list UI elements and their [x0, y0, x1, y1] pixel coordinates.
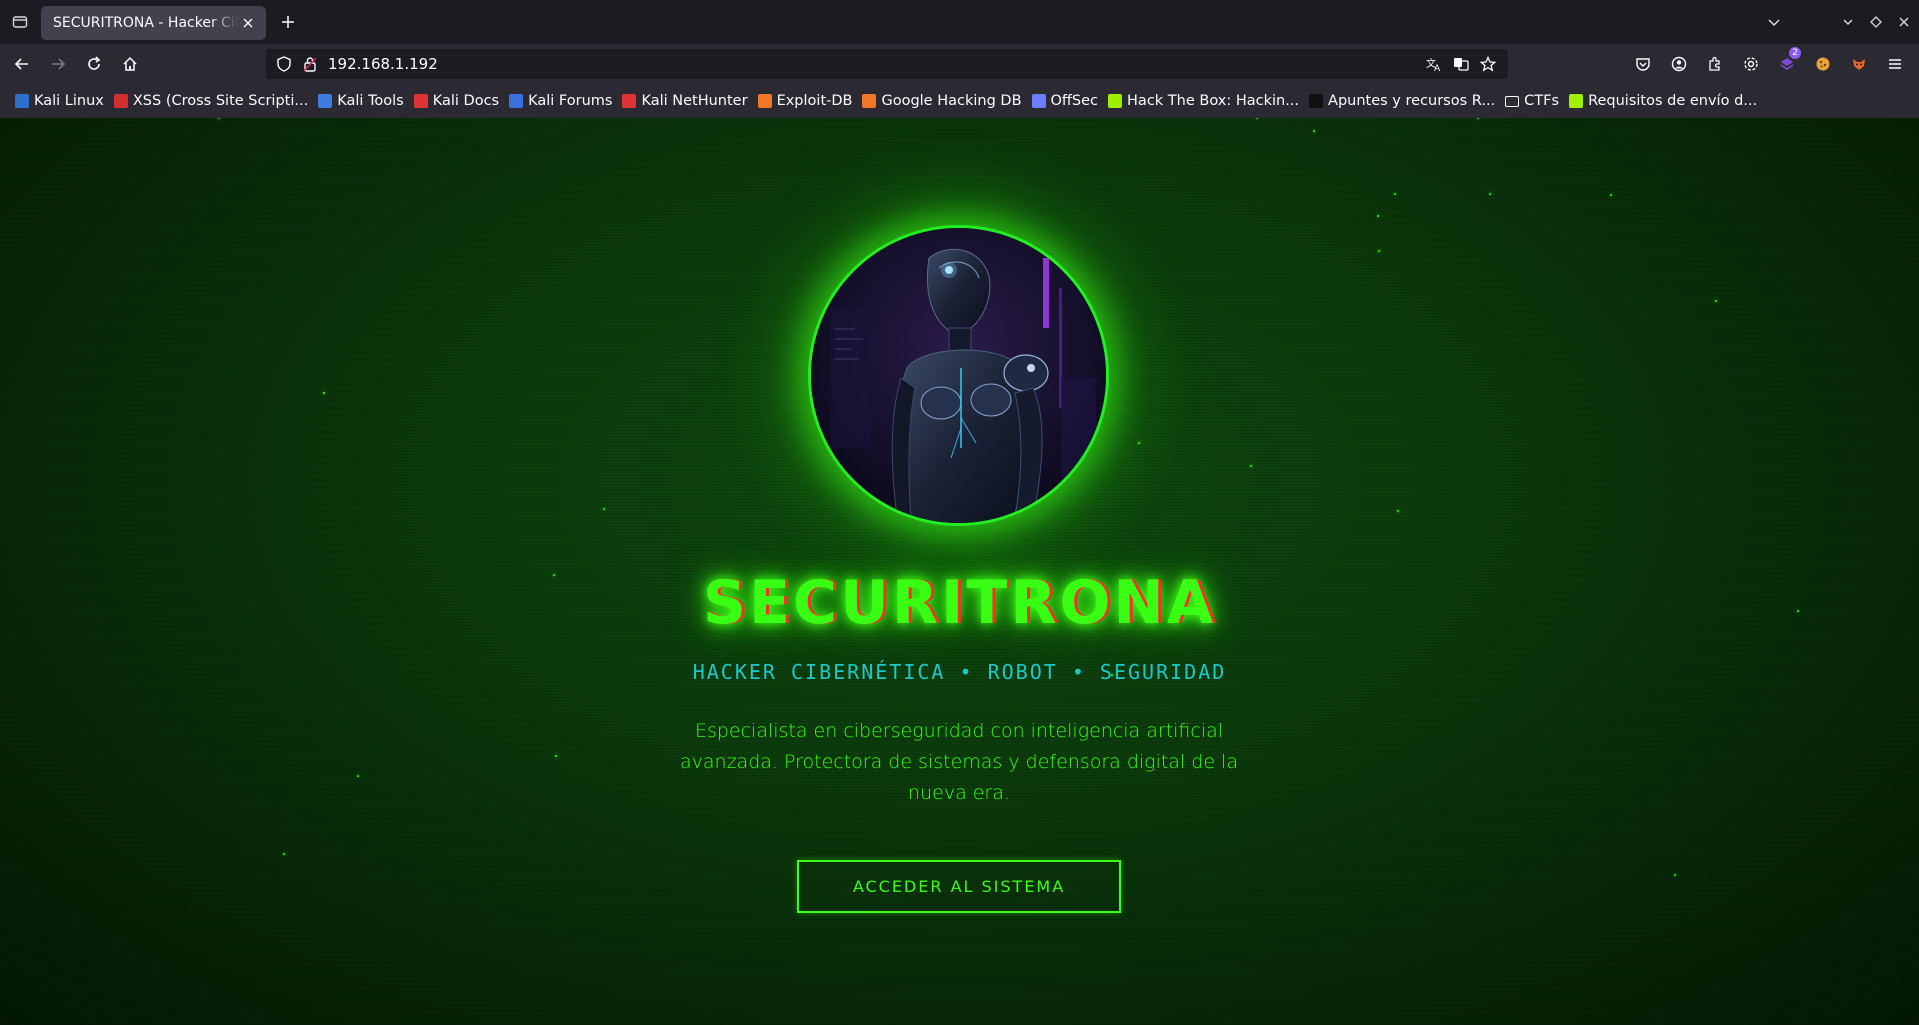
account-icon[interactable]: [1667, 52, 1691, 76]
translate-icon[interactable]: 文A: [1424, 54, 1444, 74]
url-text: 192.168.1.192: [328, 55, 438, 73]
fox-extension-icon[interactable]: [1847, 52, 1871, 76]
particle: [1250, 465, 1252, 467]
bookmark-label: Kali Docs: [432, 93, 500, 109]
pocket-icon[interactable]: [1631, 52, 1655, 76]
reload-icon[interactable]: [82, 52, 106, 76]
particle: [1256, 118, 1258, 119]
bookmark-item[interactable]: Kali Linux: [10, 88, 109, 114]
close-window-icon[interactable]: [1892, 10, 1916, 34]
bookmark-favicon-icon: [1309, 94, 1324, 108]
bookmark-favicon-icon: [413, 94, 428, 108]
bookmark-label: XSS (Cross Site Scripti...: [132, 93, 309, 109]
forward-icon[interactable]: [46, 52, 70, 76]
bookmark-label: Kali Forums: [528, 93, 613, 109]
particle: [1394, 193, 1396, 195]
particle: [1397, 510, 1399, 512]
bookmark-favicon-icon: [862, 94, 877, 108]
particle: [1477, 118, 1479, 119]
particle: [323, 392, 325, 394]
page-content: SECURITRONA HACKER CIBERNÉTICA • ROBOT •…: [0, 118, 1919, 1025]
new-tab-icon[interactable]: [276, 10, 300, 34]
bookmark-item[interactable]: OffSec: [1027, 88, 1104, 114]
bookmark-label: Kali Linux: [34, 93, 104, 109]
bookmark-item[interactable]: Kali Forums: [504, 88, 617, 114]
particle: [218, 118, 220, 119]
bookmark-favicon-icon: [1031, 94, 1046, 108]
list-all-tabs-icon[interactable]: [1762, 10, 1786, 34]
maximize-icon[interactable]: [1864, 10, 1888, 34]
particle: [1674, 874, 1676, 876]
close-tab-icon[interactable]: [238, 13, 258, 33]
bookmark-favicon-icon: [622, 94, 637, 108]
bookmark-star-icon[interactable]: [1478, 54, 1498, 74]
bookmark-label: Requisitos de envío d...: [1588, 93, 1758, 109]
home-icon[interactable]: [118, 52, 142, 76]
particle: [1313, 130, 1315, 132]
bookmark-item[interactable]: CTFs: [1500, 88, 1564, 114]
bookmark-item[interactable]: Requisitos de envío d...: [1564, 88, 1762, 114]
bookmark-item[interactable]: Google Hacking DB: [857, 88, 1026, 114]
bookmark-item[interactable]: Kali Docs: [409, 88, 504, 114]
bookmark-favicon-icon: [1108, 94, 1123, 108]
folder-icon: [1505, 95, 1520, 107]
tab-active[interactable]: SECURITRONA - Hacker Cibernética: [41, 6, 266, 40]
firefox-view-icon[interactable]: [8, 10, 32, 34]
bookmark-label: Apuntes y recursos R...: [1328, 93, 1496, 109]
particle: [1610, 194, 1612, 196]
bookmark-favicon-icon: [757, 94, 772, 108]
extension-purple-icon[interactable]: 2: [1775, 47, 1801, 76]
particle: [555, 755, 557, 757]
avatar: [808, 225, 1109, 526]
hero-title: SECURITRONA: [702, 568, 1217, 638]
particle: [357, 775, 359, 777]
bookmark-favicon-icon: [15, 94, 29, 108]
bookmark-label: Kali Tools: [337, 93, 404, 109]
shield-icon[interactable]: [274, 54, 294, 74]
particle: [283, 853, 285, 855]
bookmark-favicon-icon: [113, 94, 128, 108]
back-icon[interactable]: [10, 52, 34, 76]
cookie-extension-icon[interactable]: [1811, 52, 1835, 76]
bookmark-label: Kali NetHunter: [641, 93, 748, 109]
menu-hamburger-icon[interactable]: [1883, 52, 1907, 76]
bookmark-label: CTFs: [1524, 93, 1560, 109]
particle: [1377, 215, 1379, 217]
hero-subtitle: HACKER CIBERNÉTICA • ROBOT • SEGURIDAD: [692, 660, 1227, 684]
bookmark-label: Exploit-DB: [776, 93, 853, 109]
insecure-lock-icon[interactable]: [300, 54, 320, 74]
particle: [1138, 442, 1140, 444]
bookmark-item[interactable]: Exploit-DB: [753, 88, 858, 114]
bookmark-item[interactable]: Apuntes y recursos R...: [1304, 88, 1500, 114]
settings-gear-icon[interactable]: [1739, 52, 1763, 76]
navigation-toolbar: 192.168.1.192 文A 2: [0, 44, 1919, 84]
minimize-icon[interactable]: [1836, 10, 1860, 34]
bookmark-label: OffSec: [1050, 93, 1099, 109]
particle: [1489, 193, 1491, 195]
particle: [1715, 300, 1717, 302]
bookmark-item[interactable]: XSS (Cross Site Scripti...: [109, 88, 313, 114]
bookmark-favicon-icon: [509, 94, 524, 108]
hero-description: Especialista en ciberseguridad con intel…: [680, 720, 1238, 804]
tab-title: SECURITRONA - Hacker Cibernética: [53, 15, 238, 31]
bookmark-item[interactable]: Kali Tools: [313, 88, 409, 114]
extensions-icon[interactable]: [1703, 52, 1727, 76]
particle: [1378, 250, 1380, 252]
bookmark-item[interactable]: Hack The Box: Hackin...: [1103, 88, 1304, 114]
bookmark-label: Google Hacking DB: [881, 93, 1022, 109]
particle: [603, 508, 605, 510]
extension-badge: 2: [1789, 47, 1801, 59]
url-bar[interactable]: 192.168.1.192 文A: [266, 49, 1508, 79]
cyber-robot-image: [811, 228, 1106, 523]
bookmark-item[interactable]: Kali NetHunter: [617, 88, 752, 114]
bookmarks-toolbar: Kali Linux XSS (Cross Site Scripti... Kali…: [0, 84, 1919, 118]
page-translate-icon[interactable]: [1451, 54, 1471, 74]
tab-bar: SECURITRONA - Hacker Cibernética: [0, 0, 1919, 44]
bookmark-favicon-icon: [1569, 94, 1584, 108]
access-system-button[interactable]: ACCEDER AL SISTEMA: [797, 860, 1121, 913]
svg-text:A: A: [1434, 64, 1441, 72]
bookmark-favicon-icon: [318, 94, 333, 108]
bookmark-label: Hack The Box: Hackin...: [1127, 93, 1300, 109]
